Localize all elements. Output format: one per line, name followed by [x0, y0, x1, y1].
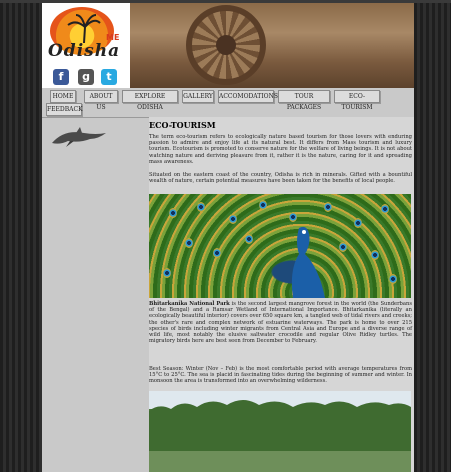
park-description: is the second largest mangrove forest in…: [149, 301, 412, 345]
season-paragraph: Best Season: Winter (Nov – Feb) is the m…: [149, 366, 412, 385]
nav-home[interactable]: HOME: [50, 90, 76, 103]
palm-tree-icon: [67, 14, 101, 43]
page-title: ECO-TOURISM: [149, 120, 216, 130]
feather-eye: [229, 214, 237, 224]
nav-tour-packages[interactable]: TOUR PACKAGES: [278, 90, 330, 111]
mangrove-forest-image: [149, 391, 411, 472]
feather-eye: [381, 204, 389, 214]
feather-eye: [169, 208, 177, 218]
feather-eye: [371, 250, 379, 260]
tree-silhouettes: [149, 400, 411, 472]
feather-eye: [389, 274, 397, 284]
main-navigation: HOME ABOUT US EXPLORE ODISHA GALLERY ACC…: [46, 89, 410, 116]
peacock-body-icon: [291, 226, 325, 298]
feather-eye: [163, 268, 171, 278]
feather-eye: [245, 234, 253, 244]
nav-gallery[interactable]: GALLERY: [182, 90, 214, 103]
feather-eye: [185, 238, 193, 248]
nav-explore-odisha[interactable]: EXPLORE ODISHA: [122, 90, 178, 111]
park-paragraph: Bhitarkanika National Park is the second…: [149, 301, 412, 344]
feather-eye: [324, 202, 332, 212]
google-plus-icon[interactable]: g: [78, 69, 94, 85]
nav-eco-tourism[interactable]: ECO-TOURISM: [334, 90, 380, 111]
header-banner-image: [130, 3, 414, 88]
feather-eye: [289, 212, 297, 222]
site-container: ME Odisha f g t HOME ABOUT US EXPLORE OD…: [42, 3, 414, 472]
feather-eye: [354, 218, 362, 228]
site-header: ME Odisha f g t: [42, 3, 414, 88]
facebook-icon[interactable]: f: [53, 69, 69, 85]
nav-accomodations[interactable]: ACCOMODATIONS: [218, 90, 278, 103]
nav-about-us[interactable]: ABOUT US: [84, 90, 118, 111]
feather-eye: [197, 202, 205, 212]
wheel-hub: [216, 35, 236, 55]
feather-eye: [339, 242, 347, 252]
intro-paragraph-2: Situated on the eastern coast of the cou…: [149, 172, 412, 185]
nav-feedback[interactable]: FEEDBACK: [46, 103, 83, 116]
peacock-image: [149, 194, 411, 298]
logo-text: Odisha: [48, 41, 121, 61]
twitter-icon[interactable]: t: [101, 69, 117, 85]
intro-paragraph: The term eco-tourism refers to ecologica…: [149, 134, 412, 165]
feather-eye: [259, 200, 267, 210]
dolphin-icon: [52, 127, 106, 147]
feather-eye: [213, 248, 221, 258]
